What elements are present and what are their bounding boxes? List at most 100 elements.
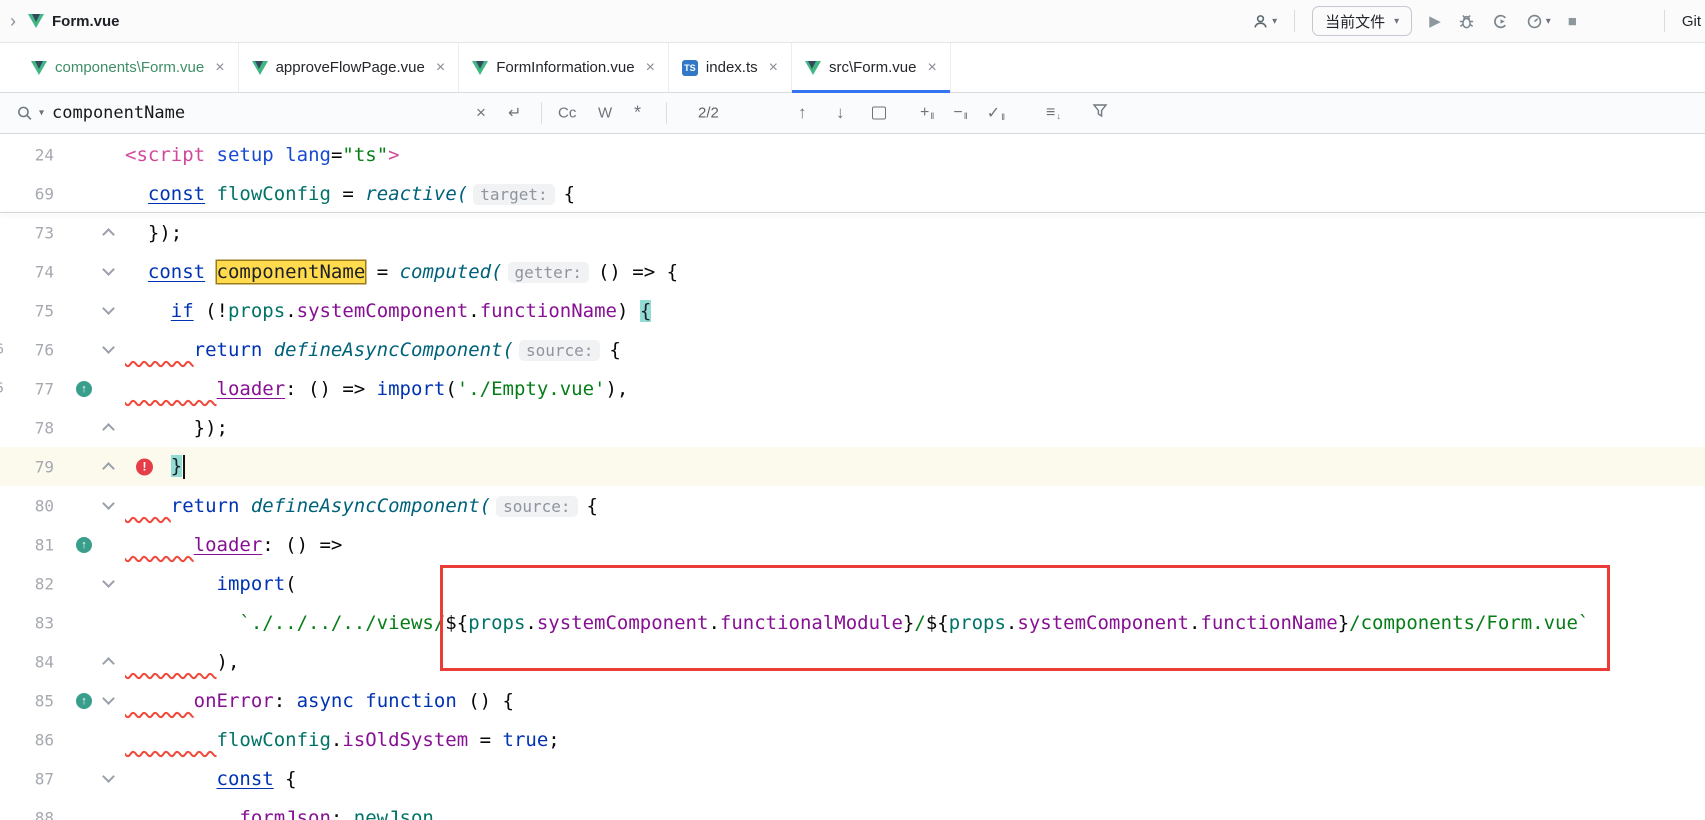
fold-up-icon[interactable]: [102, 228, 115, 241]
whole-words-button[interactable]: W: [598, 105, 612, 122]
run-button[interactable]: ▶: [1429, 12, 1441, 30]
line-number[interactable]: 73: [0, 223, 54, 242]
line-number[interactable]: 87: [0, 769, 54, 788]
newline-button[interactable]: ↵: [508, 103, 521, 123]
editor[interactable]: 24<script setup lang="ts">69 const flowC…: [0, 134, 1705, 820]
code-token: true: [503, 729, 549, 751]
code-token: ),: [217, 651, 240, 673]
code-line-75[interactable]: 75 if (!props.systemComponent.functionNa…: [0, 291, 1705, 330]
prev-match-button[interactable]: ↑: [798, 103, 807, 123]
gutter-arrow-icon[interactable]: ↑: [76, 381, 92, 397]
code-line-84[interactable]: 84 ),: [0, 642, 1705, 681]
code-line-86[interactable]: 86 flowConfig.isOldSystem = true;: [0, 720, 1705, 759]
line-number[interactable]: 88: [0, 808, 54, 820]
line-number[interactable]: 85: [0, 691, 54, 710]
tab-index-ts[interactable]: TSindex.ts×: [669, 43, 792, 92]
regex-button[interactable]: *: [634, 103, 641, 124]
sub-glyph: II: [1001, 112, 1004, 123]
code-token: : () =>: [262, 534, 342, 556]
close-icon[interactable]: ×: [769, 59, 778, 77]
code-line-76[interactable]: 676 return defineAsyncComponent(source:{: [0, 330, 1705, 369]
fold-down-icon[interactable]: [102, 692, 115, 705]
fold-down-icon[interactable]: [102, 497, 115, 510]
chevron-down-icon: ▾: [1272, 16, 1277, 27]
code-line-83[interactable]: 83 `./../../../views/${props.systemCompo…: [0, 603, 1705, 642]
code-token: [125, 378, 217, 400]
stop-button[interactable]: ■: [1568, 13, 1577, 30]
line-number[interactable]: 78: [0, 418, 54, 437]
code-token: systemComponent: [297, 300, 469, 322]
close-icon[interactable]: ×: [927, 59, 936, 77]
fold-down-icon[interactable]: [102, 341, 115, 354]
code-line-80[interactable]: 80 return defineAsyncComponent(source:{: [0, 486, 1705, 525]
line-number[interactable]: 77: [0, 379, 54, 398]
profiler-button[interactable]: ▾: [1526, 13, 1551, 30]
line-number[interactable]: 84: [0, 652, 54, 671]
line-number[interactable]: 81: [0, 535, 54, 554]
code-line-24[interactable]: 24<script setup lang="ts">: [0, 135, 1705, 174]
back-chevron-icon[interactable]: ›: [10, 11, 16, 32]
user-icon[interactable]: ▾: [1252, 13, 1277, 30]
run-config-button[interactable]: 当前文件 ▾: [1312, 6, 1412, 36]
search-input[interactable]: componentName: [52, 103, 185, 123]
open-in-window-button[interactable]: [872, 107, 886, 120]
line-number[interactable]: 83: [0, 613, 54, 632]
gutter-arrow-icon[interactable]: ↑: [76, 693, 92, 709]
close-icon[interactable]: ×: [646, 59, 655, 77]
next-match-button[interactable]: ↓: [836, 103, 845, 123]
coverage-button[interactable]: [1492, 13, 1509, 30]
code-line-88[interactable]: 88 formJson: newJson,: [0, 798, 1705, 820]
divider: [541, 102, 542, 124]
search-icon[interactable]: ▾: [16, 105, 44, 122]
debug-button[interactable]: [1458, 13, 1475, 30]
filter-lines-button[interactable]: ≡↓: [1046, 104, 1060, 122]
fold-down-icon[interactable]: [102, 770, 115, 783]
select-all-occurrences-button[interactable]: ✓II: [987, 103, 1004, 123]
tab-approveflowpage-vue[interactable]: approveFlowPage.vue×: [239, 43, 460, 92]
code-token: (!: [194, 300, 228, 322]
tab-src-form-vue[interactable]: src\Form.vue×: [792, 43, 951, 92]
line-number[interactable]: 76: [0, 340, 54, 359]
code-token: .: [708, 612, 719, 634]
code-text: import(: [125, 573, 297, 595]
line-number[interactable]: 86: [0, 730, 54, 749]
code-token: function: [365, 690, 457, 712]
line-number[interactable]: 80: [0, 496, 54, 515]
line-number[interactable]: 74: [0, 262, 54, 281]
code-line-73[interactable]: 73 });: [0, 213, 1705, 252]
tab-components-form-vue[interactable]: components\Form.vue×: [18, 43, 239, 92]
fold-up-icon[interactable]: [102, 657, 115, 670]
code-line-85[interactable]: 85↑ onError: async function () {: [0, 681, 1705, 720]
tab-forminformation-vue[interactable]: FormInformation.vue×: [459, 43, 669, 92]
line-number[interactable]: 24: [0, 145, 54, 164]
funnel-filter-button[interactable]: [1092, 103, 1108, 124]
fold-down-icon[interactable]: [102, 263, 115, 276]
clear-search-button[interactable]: ×: [476, 103, 486, 123]
code-line-81[interactable]: 81↑ loader: () =>: [0, 525, 1705, 564]
gutter: 88: [0, 798, 125, 820]
fold-up-icon[interactable]: [102, 423, 115, 436]
code-line-69[interactable]: 69 const flowConfig = reactive(target:{: [0, 174, 1705, 213]
close-icon[interactable]: ×: [215, 59, 224, 77]
fold-down-icon[interactable]: [102, 575, 115, 588]
code-line-79[interactable]: 79 }!: [0, 447, 1705, 486]
close-icon[interactable]: ×: [436, 59, 445, 77]
fold-down-icon[interactable]: [102, 302, 115, 315]
code-line-82[interactable]: 82 import(: [0, 564, 1705, 603]
remove-occurrence-button[interactable]: −II: [953, 104, 966, 122]
code-line-78[interactable]: 78 });: [0, 408, 1705, 447]
fold-up-icon[interactable]: [102, 462, 115, 475]
add-occurrence-button[interactable]: +II: [920, 104, 933, 122]
code-line-74[interactable]: 74 const componentName = computed(getter…: [0, 252, 1705, 291]
line-number[interactable]: 75: [0, 301, 54, 320]
code-line-87[interactable]: 87 const {: [0, 759, 1705, 798]
match-count: 2/2: [698, 105, 719, 122]
error-icon[interactable]: !: [136, 458, 153, 475]
line-number[interactable]: 82: [0, 574, 54, 593]
line-number[interactable]: 79: [0, 457, 54, 476]
gutter-arrow-icon[interactable]: ↑: [76, 537, 92, 553]
match-case-button[interactable]: Cc: [558, 105, 576, 122]
line-number[interactable]: 69: [0, 184, 54, 203]
git-menu[interactable]: Git: [1682, 13, 1701, 30]
code-line-77[interactable]: 577↑ loader: () => import('./Empty.vue')…: [0, 369, 1705, 408]
